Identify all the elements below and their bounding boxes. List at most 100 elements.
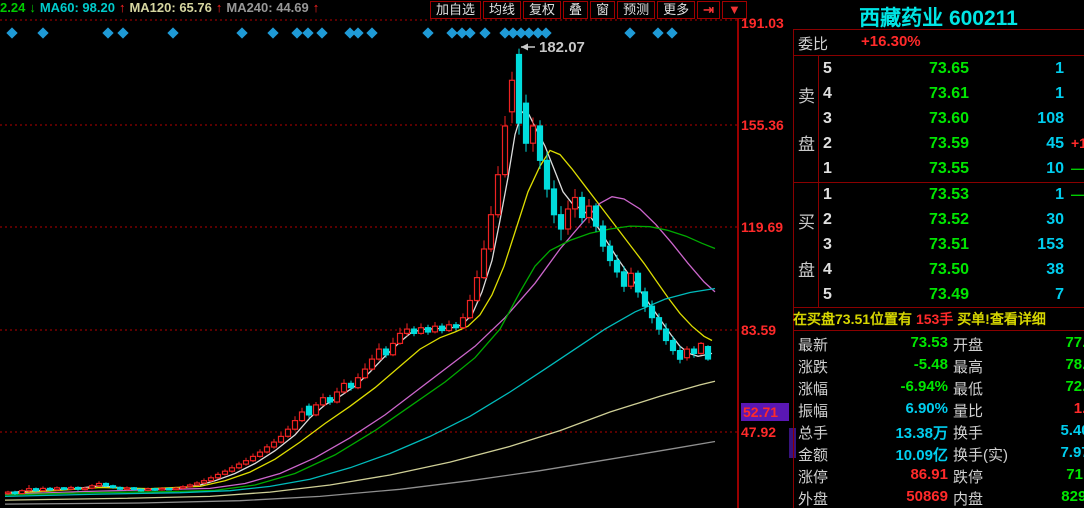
candle-down [641, 291, 649, 307]
divider [793, 330, 1084, 331]
ma-line-MA20 [4, 196, 716, 496]
candle-up [25, 488, 33, 492]
candle-up [480, 248, 488, 279]
stat-value: 78.38 [1065, 356, 1084, 373]
toolbar-button-0[interactable]: 加自选 [430, 1, 482, 19]
bid-level-5-row[interactable]: 5 73.49 7 [819, 283, 1084, 308]
toolbar-button-4[interactable]: 窗 [590, 1, 616, 19]
weibi-value: +16.30% [861, 33, 921, 50]
candle-up [319, 397, 327, 406]
event-diamond-icon[interactable] [352, 27, 364, 39]
candle-up [403, 328, 411, 335]
candle-up [256, 451, 264, 458]
candle-down [116, 486, 124, 490]
event-diamond-icon[interactable] [652, 27, 664, 39]
toolbar-button-3[interactable]: 叠 [563, 1, 589, 19]
level-number: 2 [823, 135, 832, 152]
level-price: 73.59 [928, 135, 969, 152]
candle-down [522, 102, 530, 144]
candle-up [627, 272, 635, 287]
event-diamond-icon[interactable] [366, 27, 378, 39]
candle-down [424, 327, 432, 333]
candle-down [578, 196, 586, 219]
toolbar-button-6[interactable]: 更多 [657, 1, 696, 19]
scroll-right-icon[interactable]: ⇥ [697, 1, 721, 19]
candle-up [389, 342, 397, 356]
candle-up [172, 487, 180, 491]
stat-value: 1.28 [1073, 400, 1084, 417]
axis-price-label: 52.71 [741, 403, 789, 421]
bid-level-3-row[interactable]: 3 73.51 153 [819, 233, 1084, 258]
large-order-hint-link[interactable]: 在买盘73.51位置有 153手 买单!查看详细 [793, 308, 1084, 330]
event-diamond-icon[interactable] [446, 27, 458, 39]
candlestick-chart[interactable]: 182.07 [0, 0, 740, 508]
event-diamond-icon[interactable] [236, 27, 248, 39]
event-diamond-icon[interactable] [267, 27, 279, 39]
candle-down [151, 488, 159, 491]
candle-down [620, 271, 628, 287]
event-diamond-icon[interactable] [6, 27, 18, 39]
candle-up [214, 473, 222, 479]
level-volume: 38 [1046, 261, 1064, 278]
bid-level-4-row[interactable]: 4 73.50 38 [819, 258, 1084, 283]
ma-line-MA240 [4, 440, 716, 505]
buy-side-label: 买 [798, 213, 815, 232]
candle-up [473, 277, 481, 302]
event-diamond-icon[interactable] [479, 27, 491, 39]
level-price: 73.65 [928, 60, 969, 77]
level-number: 5 [823, 60, 832, 77]
toolbar-button-2[interactable]: 复权 [523, 1, 562, 19]
event-diamond-icon[interactable] [540, 27, 552, 39]
event-diamond-icon[interactable] [167, 27, 179, 39]
up-arrow-icon: ↑ [312, 0, 320, 15]
ask-level-4-row[interactable]: 4 73.61 1 [819, 82, 1084, 107]
sell-side-label: 盘 [798, 135, 815, 154]
level-price: 73.52 [928, 211, 969, 228]
candle-up [207, 477, 215, 482]
stat-label: 总手 [798, 425, 829, 442]
candle-up [193, 482, 201, 486]
event-diamond-icon[interactable] [302, 27, 314, 39]
event-diamond-icon[interactable] [464, 27, 476, 39]
hint-text: 在买盘73.51位置有 [793, 311, 913, 327]
candle-down [382, 348, 390, 356]
event-diamond-icon[interactable] [291, 27, 303, 39]
weibi-row: 委比 +16.30% 64 [793, 29, 1084, 55]
ask-level-1-row[interactable]: 1 73.55 10 — [819, 157, 1084, 182]
level-price: 73.49 [928, 286, 969, 303]
candle-up [235, 463, 243, 469]
event-diamond-icon[interactable] [666, 27, 678, 39]
event-diamond-icon[interactable] [37, 27, 49, 39]
candle-up [270, 441, 278, 448]
level-change: — [1071, 186, 1084, 202]
ma-indicator-bar: 2.24 ↓ MA60: 98.20 ↑ MA120: 65.76 ↑ MA240: 44.… [0, 0, 323, 17]
candle-up [445, 324, 453, 332]
toolbar-button-1[interactable]: 均线 [483, 1, 522, 19]
weibi-label: 委比 [798, 36, 829, 53]
ask-level-2-row[interactable]: 2 73.59 45 +1 [819, 132, 1084, 157]
candle-down [613, 259, 621, 273]
event-diamond-icon[interactable] [117, 27, 129, 39]
bid-level-2-row[interactable]: 2 73.52 30 [819, 208, 1084, 233]
bid-level-1-row[interactable]: 1 73.53 1 — [819, 183, 1084, 208]
candle-down [137, 488, 145, 492]
stat-label: 外盘 [798, 491, 829, 508]
level-price: 73.51 [928, 236, 969, 253]
level-change: — [1071, 160, 1084, 176]
toolbar-button-5[interactable]: 预测 [617, 1, 656, 19]
ask-level-3-row[interactable]: 3 73.60 108 [819, 107, 1084, 132]
candle-up [459, 317, 467, 329]
event-diamond-icon[interactable] [624, 27, 636, 39]
stat-value: 71.11 [1066, 466, 1084, 483]
ask-level-5-row[interactable]: 5 73.65 1 [819, 57, 1084, 82]
candle-up [368, 358, 376, 370]
level-price: 73.50 [928, 261, 969, 278]
axis-price-label: 119.69 [741, 219, 784, 235]
event-diamond-icon[interactable] [316, 27, 328, 39]
event-diamond-icon[interactable] [422, 27, 434, 39]
candle-up [123, 487, 131, 490]
stat-row-5: 金额 10.09亿换手(实) 7.97% [793, 442, 1084, 464]
event-diamond-icon[interactable] [102, 27, 114, 39]
stat-label: 涨跌 [798, 359, 829, 376]
candle-up [4, 491, 12, 495]
